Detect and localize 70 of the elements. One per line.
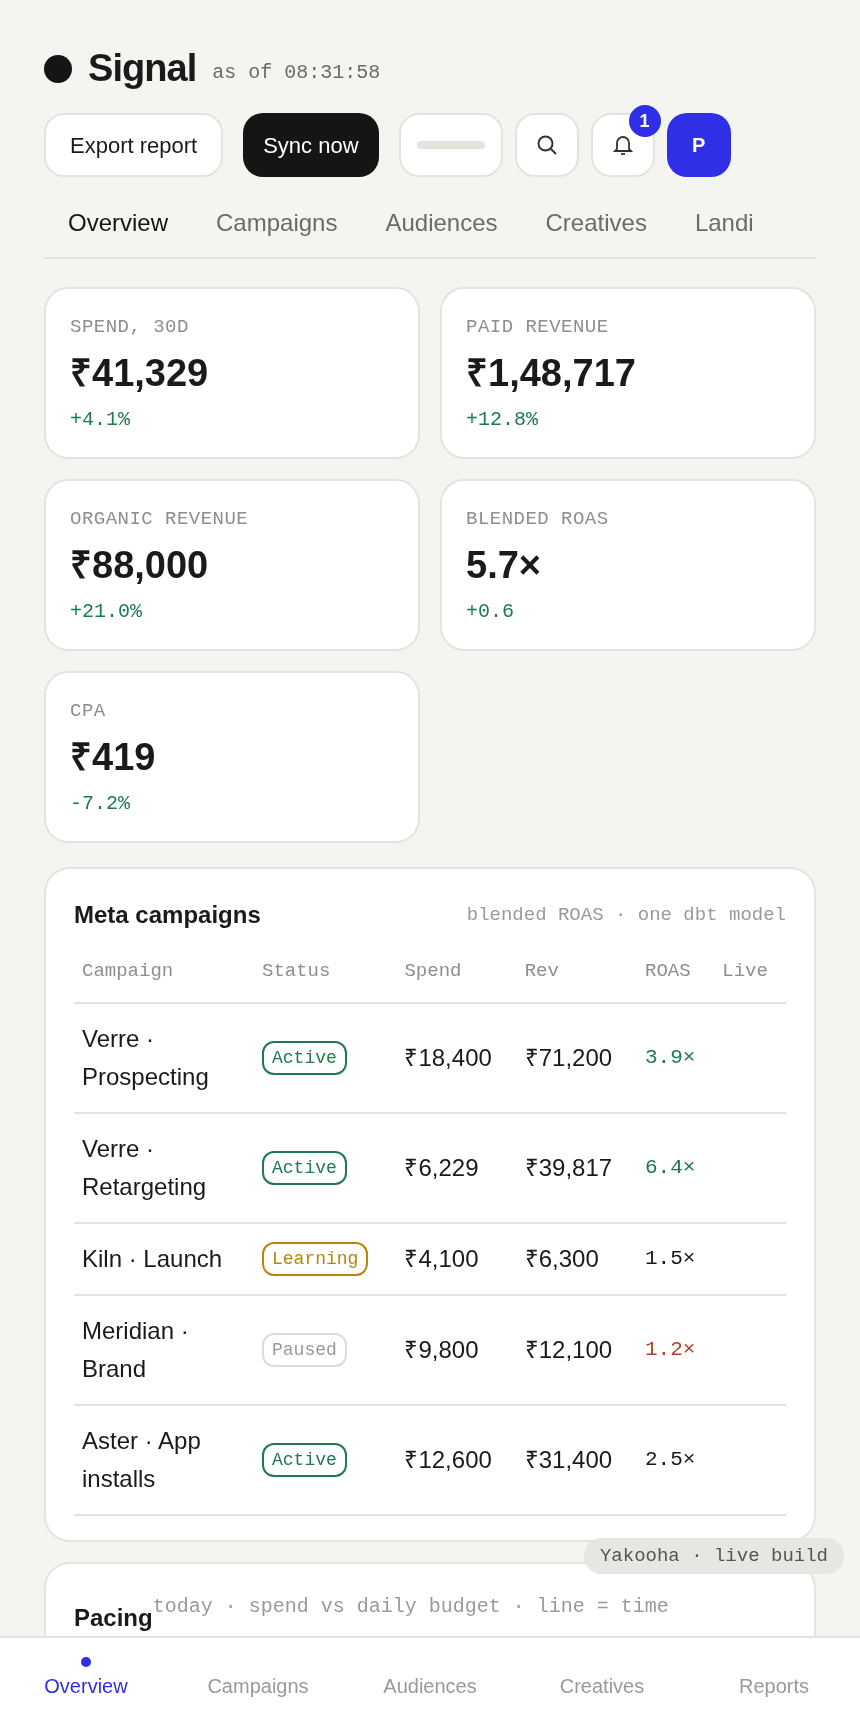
spend-cell: ₹18,400 — [396, 1002, 517, 1113]
status-badge: Active — [262, 1442, 347, 1477]
status-badge: Paused — [262, 1332, 347, 1367]
column-header: Rev — [516, 957, 637, 1003]
kpi-delta: +4.1% — [70, 407, 131, 433]
bottom-nav-item[interactable]: Creatives — [559, 1671, 645, 1701]
build-badge: Yakooha · live build — [583, 1537, 844, 1574]
column-header: Live — [714, 957, 786, 1003]
revenue-cell: ₹71,200 — [516, 1002, 637, 1113]
revenue-cell: ₹31,400 — [516, 1404, 637, 1515]
timestamp: as of 08:31:58 — [212, 59, 381, 86]
roas-cell: 6.4× — [637, 1112, 715, 1223]
kpi-value: ₹419 — [70, 734, 157, 780]
search-button[interactable] — [514, 113, 579, 177]
card-title: Meta campaigns — [74, 900, 261, 930]
kpi-value: ₹41,329 — [70, 350, 210, 396]
nav-tab[interactable]: Landi — [670, 205, 778, 257]
spend-cell: ₹6,229 — [396, 1112, 517, 1223]
kpi-label: PAID REVENUE — [466, 315, 610, 340]
status-badge: Active — [262, 1040, 347, 1075]
bottom-nav-item[interactable]: Reports — [739, 1671, 809, 1701]
bottom-nav-item[interactable]: Overview — [44, 1671, 128, 1701]
card-subtitle: today · spend vs daily budget · line = time — [152, 1594, 669, 1620]
column-header: Spend — [396, 957, 517, 1003]
spend-cell: ₹4,100 — [396, 1222, 517, 1295]
avatar-button[interactable]: P — [666, 113, 731, 177]
bell-icon — [610, 133, 635, 157]
search-icon — [534, 133, 559, 157]
spend-cell: ₹12,600 — [396, 1404, 517, 1515]
app-title: Signal — [88, 46, 197, 91]
sync-button[interactable]: Sync now — [243, 113, 379, 177]
column-header: Campaign — [74, 957, 254, 1003]
nav-tab[interactable]: Campaigns — [192, 205, 362, 257]
export-button[interactable]: Export report — [44, 113, 224, 177]
kpi-label: ORGANIC REVENUE — [70, 507, 250, 532]
nav-tab[interactable]: Creatives — [521, 205, 671, 257]
status-badge: Learning — [262, 1241, 369, 1276]
kpi-label: CPA — [70, 699, 107, 724]
revenue-cell: ₹39,817 — [516, 1112, 637, 1223]
campaign-name: Kiln · Launch — [74, 1222, 254, 1295]
status-badge: Active — [262, 1150, 347, 1185]
roas-cell: 3.9× — [637, 1002, 715, 1113]
campaign-name: Verre · Prospecting — [74, 1002, 254, 1113]
kpi-value: ₹1,48,717 — [466, 350, 637, 396]
kpi-delta: +12.8% — [466, 407, 539, 433]
campaign-name: Meridian · Brand — [74, 1294, 254, 1405]
bottom-nav-item[interactable]: Campaigns — [207, 1671, 309, 1701]
campaign-name: Aster · App installs — [74, 1404, 254, 1515]
column-header: ROAS — [637, 957, 715, 1003]
nav-tab[interactable]: Overview — [44, 205, 193, 257]
roas-cell: 1.2× — [637, 1294, 715, 1405]
kpi-delta: -7.2% — [70, 791, 131, 817]
spend-cell: ₹9,800 — [396, 1294, 517, 1405]
roas-cell: 2.5× — [637, 1404, 715, 1515]
card-subtitle: blended ROAS · one dbt model — [466, 902, 786, 928]
bottom-nav-item[interactable]: Audiences — [383, 1671, 477, 1701]
kpi-delta: +21.0% — [70, 599, 143, 625]
revenue-cell: ₹6,300 — [516, 1222, 637, 1295]
card-title: Pacing — [74, 1603, 153, 1633]
notification-badge: 1 — [628, 105, 661, 137]
revenue-cell: ₹12,100 — [516, 1294, 637, 1405]
kpi-value: 5.7× — [466, 542, 543, 588]
roas-cell: 1.5× — [637, 1222, 715, 1295]
kpi-label: BLENDED ROAS — [466, 507, 610, 532]
kpi-label: SPEND, 30D — [70, 315, 190, 340]
nav-tab[interactable]: Audiences — [361, 205, 522, 257]
campaign-name: Verre · Retargeting — [74, 1112, 254, 1223]
kpi-delta: +0.6 — [466, 599, 515, 625]
kpi-value: ₹88,000 — [70, 542, 210, 588]
column-header: Status — [254, 957, 397, 1003]
